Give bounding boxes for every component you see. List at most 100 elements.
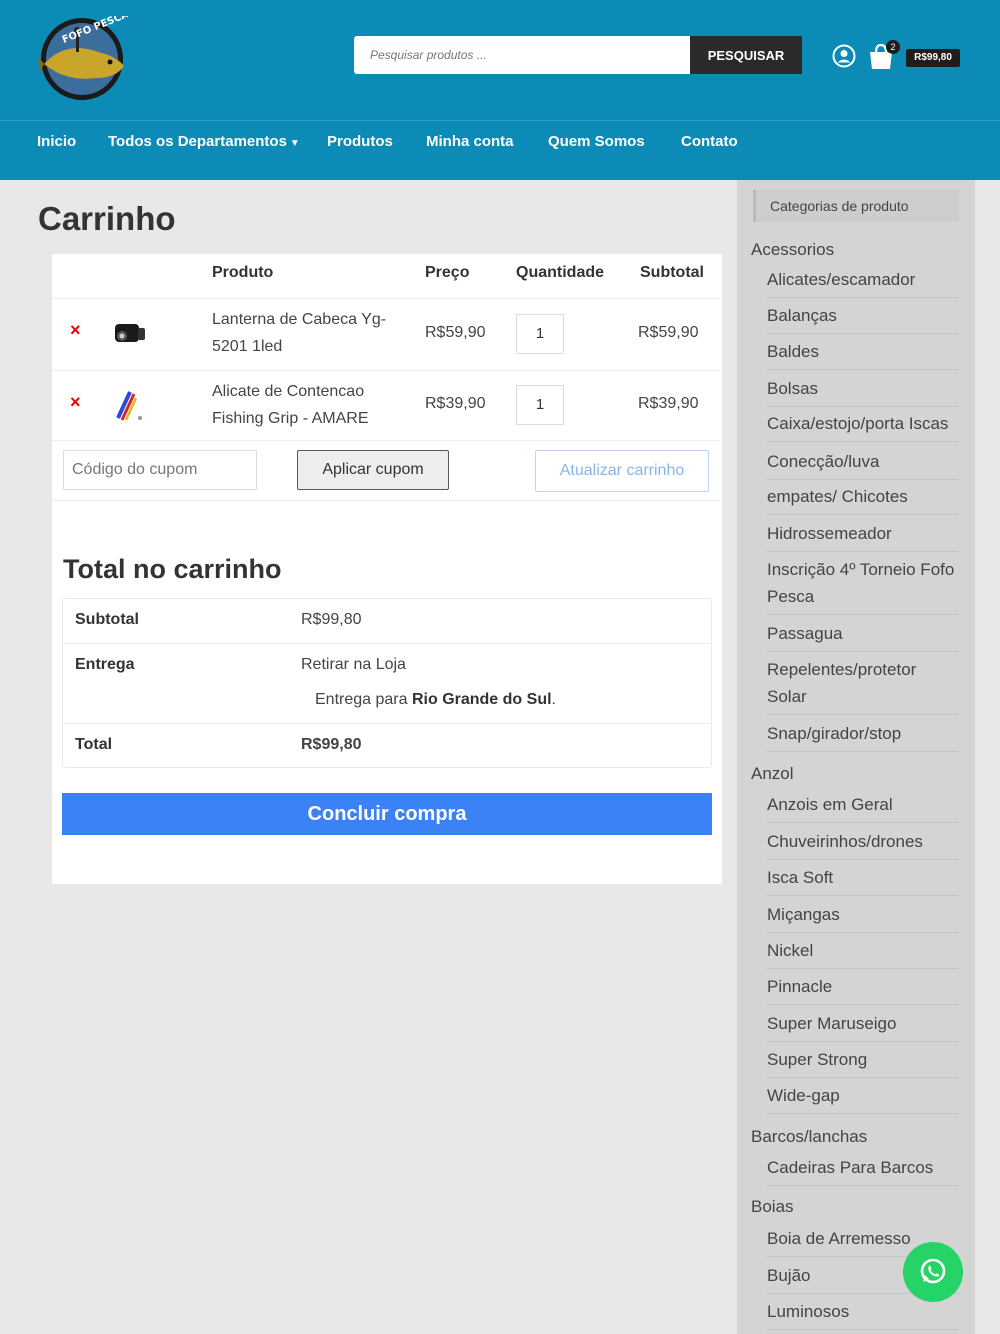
- row-divider: [63, 643, 711, 644]
- update-cart-button[interactable]: Atualizar carrinho: [535, 450, 709, 492]
- coupon-input[interactable]: Código do cupom: [63, 450, 257, 490]
- search-button[interactable]: PESQUISAR: [690, 36, 802, 74]
- sidebar-divider: [767, 1004, 959, 1005]
- apply-coupon-button[interactable]: Aplicar cupom: [297, 450, 449, 490]
- total-label: Total: [75, 736, 113, 753]
- cart-totals-title: Total no carrinho: [63, 554, 282, 584]
- remove-item-button[interactable]: ×: [70, 320, 81, 341]
- sidebar-divider: [767, 714, 959, 715]
- nav-label: Contato: [681, 133, 738, 150]
- shipping-method: Retirar na Loja: [301, 656, 406, 673]
- sidebar-subcategory[interactable]: Chuveirinhos/drones: [767, 828, 959, 855]
- product-subtotal: R$59,90: [638, 324, 699, 341]
- product-price: R$59,90: [425, 324, 486, 341]
- remove-item-button[interactable]: ×: [70, 392, 81, 413]
- sidebar-subcategory[interactable]: Anzois em Geral: [767, 791, 959, 818]
- sidebar-subcategory[interactable]: Baldes: [767, 338, 959, 365]
- nav-label: Inicio: [37, 133, 77, 150]
- sidebar-subcategory[interactable]: Nickel: [767, 937, 959, 964]
- sidebar-divider: [767, 479, 959, 480]
- total-value: R$99,80: [301, 736, 362, 753]
- sidebar-divider: [767, 1041, 959, 1042]
- shipping-note-prefix: Entrega para: [315, 691, 408, 708]
- nav-label: Minha conta: [426, 133, 514, 150]
- nav-item-produtos[interactable]: Produtos: [327, 121, 393, 181]
- site-logo[interactable]: FOFO PESCA: [36, 9, 131, 102]
- checkout-button[interactable]: Concluir compra: [62, 793, 712, 835]
- quantity-input[interactable]: 1: [516, 385, 564, 425]
- subtotal-label: Subtotal: [75, 611, 139, 628]
- sidebar-subcategory[interactable]: Super Maruseigo: [767, 1010, 959, 1037]
- sidebar-subcategory[interactable]: Passagua: [767, 620, 959, 647]
- col-header-subtotal: Subtotal: [640, 264, 704, 281]
- col-header-price: Preço: [425, 264, 470, 281]
- sidebar-subcategory[interactable]: Conecção/luva: [767, 448, 959, 475]
- row-divider: [52, 370, 722, 371]
- sidebar-divider: [767, 895, 959, 896]
- subtotal-value: R$99,80: [301, 611, 362, 628]
- sidebar-subcategory[interactable]: Pinnacle: [767, 973, 959, 1000]
- sidebar-divider: [767, 822, 959, 823]
- sidebar-subcategory[interactable]: Inscrição 4º Torneio Fofo Pesca: [767, 556, 959, 610]
- product-thumbnail[interactable]: [110, 386, 150, 426]
- sidebar-divider: [767, 369, 959, 370]
- sidebar-divider: [767, 551, 959, 552]
- sidebar-divider: [767, 651, 959, 652]
- nav-item-contato[interactable]: Contato: [681, 121, 738, 181]
- sidebar-subcategory[interactable]: Snap/girador/stop: [767, 720, 959, 747]
- search-input[interactable]: [354, 36, 690, 74]
- sidebar-category[interactable]: Acessorios: [751, 236, 834, 263]
- whatsapp-icon: [920, 1258, 946, 1284]
- user-account-icon[interactable]: [832, 44, 856, 68]
- product-categories-sidebar: Categorias de produto Acessorios Alicates…: [737, 180, 975, 1334]
- sidebar-subcategory[interactable]: Miçangas: [767, 901, 959, 928]
- cart-count-badge: 2: [886, 40, 900, 54]
- sidebar-category[interactable]: Boias: [751, 1193, 794, 1220]
- shipping-note-place: Rio Grande do Sul: [411, 691, 552, 708]
- product-name-link[interactable]: Lanterna de Cabeca Yg-5201 1led: [212, 306, 412, 360]
- product-thumbnail[interactable]: [110, 314, 150, 354]
- cart-totals-table: Subtotal R$99,80 Entrega Retirar na Loja…: [62, 598, 712, 768]
- sidebar-divider: [767, 406, 959, 407]
- product-name-link[interactable]: Alicate de Contencao Fishing Grip - AMAR…: [212, 378, 412, 432]
- sidebar-category[interactable]: Anzol: [751, 760, 794, 787]
- page-title: Carrinho: [38, 200, 176, 237]
- sidebar-subcategory[interactable]: Super Strong: [767, 1046, 959, 1073]
- site-header: FOFO PESCA PESQUISAR 2 R$99,80: [0, 0, 1000, 120]
- shipping-label: Entrega: [75, 656, 135, 673]
- whatsapp-chat-button[interactable]: [903, 1242, 963, 1302]
- nav-label: Produtos: [327, 133, 393, 150]
- sidebar-subcategory[interactable]: Cadeiras Para Barcos: [767, 1154, 959, 1181]
- nav-item-quem-somos[interactable]: Quem Somos: [548, 121, 645, 181]
- nav-label: Quem Somos: [548, 133, 645, 150]
- sidebar-divider: [767, 333, 959, 334]
- quantity-input[interactable]: 1: [516, 314, 564, 354]
- main-navigation: Inicio Todos os Departamentos ▼ Produtos …: [0, 120, 1000, 180]
- nav-item-departamentos[interactable]: Todos os Departamentos ▼: [108, 121, 300, 181]
- section-divider: [52, 500, 722, 501]
- sidebar-divider: [767, 1329, 959, 1330]
- shipping-note-suffix: .: [551, 691, 556, 708]
- cart-card: Produto Preço Quantidade Subtotal × Lant…: [52, 254, 722, 884]
- shipping-destination: Entrega para Rio Grande do Sul.: [315, 691, 556, 709]
- sidebar-subcategory[interactable]: Wide-gap: [767, 1082, 959, 1109]
- sidebar-subcategory[interactable]: Caixa/estojo/porta Iscas: [767, 410, 959, 437]
- row-divider: [52, 440, 722, 441]
- sidebar-subcategory[interactable]: Alicates/escamador: [767, 266, 959, 293]
- cart-total-badge[interactable]: R$99,80: [906, 49, 960, 67]
- nav-item-inicio[interactable]: Inicio: [37, 121, 76, 181]
- sidebar-title: Categorias de produto: [753, 190, 959, 222]
- sidebar-divider: [767, 968, 959, 969]
- sidebar-subcategory[interactable]: Luminosos: [767, 1298, 959, 1325]
- sidebar-subcategory[interactable]: empates/ Chicotes: [767, 483, 959, 510]
- sidebar-divider: [767, 441, 959, 442]
- sidebar-subcategory[interactable]: Repelentes/protetor Solar: [767, 656, 959, 710]
- nav-item-minha-conta[interactable]: Minha conta: [426, 121, 514, 181]
- sidebar-subcategory[interactable]: Balanças: [767, 302, 959, 329]
- sidebar-divider: [767, 1185, 959, 1186]
- sidebar-subcategory[interactable]: Isca Soft: [767, 864, 959, 891]
- sidebar-subcategory[interactable]: Bolsas: [767, 375, 959, 402]
- sidebar-divider: [767, 1077, 959, 1078]
- sidebar-category[interactable]: Barcos/lanchas: [751, 1123, 867, 1150]
- sidebar-subcategory[interactable]: Hidrossemeador: [767, 520, 959, 547]
